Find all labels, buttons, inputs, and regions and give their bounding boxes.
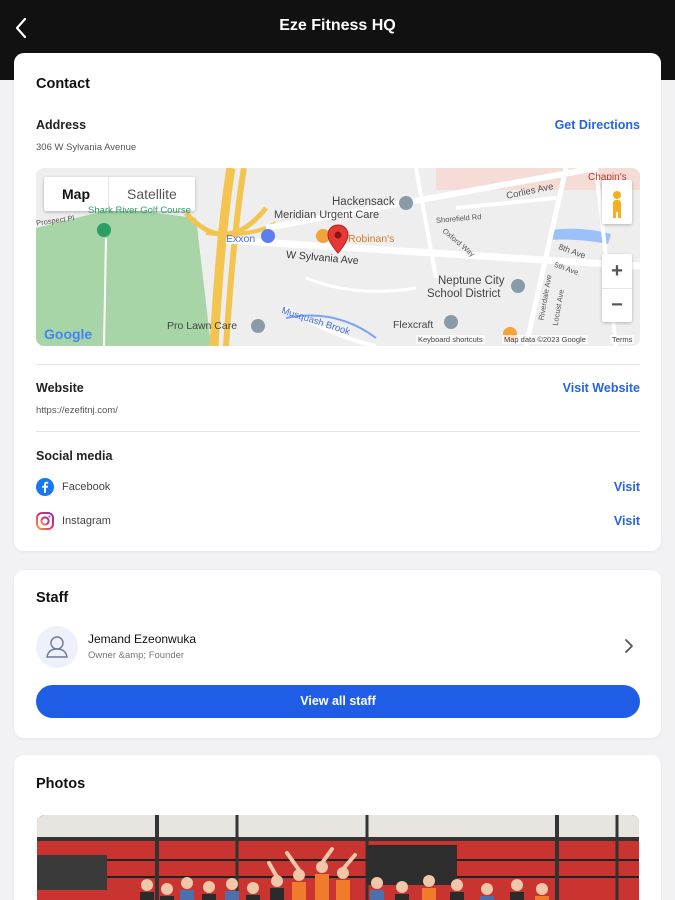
map-label: Exxon [226, 233, 256, 245]
zoom-control: + − [602, 254, 632, 322]
social-name: Instagram [62, 515, 111, 527]
facebook-visit-link[interactable]: Visit [614, 480, 640, 494]
map-label: Meridian Urgent Care [274, 209, 380, 221]
contact-card: Contact Address Get Directions 306 W Syl… [14, 53, 661, 551]
gym-photo[interactable] [37, 815, 639, 900]
map-label: School District [427, 288, 501, 300]
instagram-visit-link[interactable]: Visit [614, 514, 640, 528]
staff-role: Owner &amp; Founder [88, 650, 185, 661]
facebook-icon [36, 478, 54, 496]
photos-card: Photos [14, 755, 661, 900]
map-label: Flexcraft [393, 319, 434, 331]
map-label: Neptune City [438, 275, 505, 287]
google-logo: Google [44, 326, 93, 342]
contact-heading: Contact [36, 76, 90, 92]
visit-website-link[interactable]: Visit Website [563, 381, 640, 395]
keyboard-shortcuts-link[interactable]: Keyboard shortcuts [416, 335, 485, 344]
get-directions-link[interactable]: Get Directions [555, 118, 640, 132]
person-icon [46, 636, 68, 658]
gym-photo-image [37, 815, 639, 900]
divider [36, 431, 640, 432]
pegman-icon [613, 191, 621, 218]
map-label: Hackensack [332, 196, 395, 208]
zoom-out-button[interactable]: − [602, 288, 632, 322]
website-label: Website [36, 381, 84, 395]
social-row-instagram: Instagram Visit [36, 511, 640, 533]
photos-heading: Photos [36, 776, 86, 792]
location-pin-icon [327, 224, 349, 254]
address-label: Address [36, 118, 87, 132]
street-view-control[interactable] [602, 180, 632, 224]
staff-name: Jemand Ezeonwuka [88, 632, 197, 646]
map-label: Shark River Golf Course [88, 205, 191, 216]
staff-member-row[interactable]: Jemand Ezeonwuka Owner &amp; Founder [36, 625, 640, 669]
staff-card: Staff Jemand Ezeonwuka Owner &amp; Found… [14, 570, 661, 738]
divider [36, 364, 640, 365]
social-row-facebook: Facebook Visit [36, 477, 640, 499]
avatar [36, 626, 78, 668]
page-title: Eze Fitness HQ [279, 17, 396, 34]
staff-heading: Staff [36, 590, 69, 606]
zoom-in-button[interactable]: + [602, 254, 632, 288]
address-value: 306 W Sylvania Avenue [36, 142, 137, 153]
map-view[interactable]: Map Satellite Hackensack Meridian Urgent… [36, 168, 640, 346]
map-label: Robinan's [348, 233, 395, 245]
map-data-text: Map data ©2023 Google [502, 335, 588, 344]
chevron-right-icon [625, 639, 633, 653]
website-value: https://ezefitnj.com/ [36, 405, 118, 416]
instagram-icon [36, 512, 54, 530]
map-label: Pro Lawn Care [167, 320, 238, 332]
terms-link[interactable]: Terms [610, 335, 635, 344]
view-all-staff-button[interactable]: View all staff [36, 685, 640, 718]
social-media-label: Social media [36, 449, 113, 463]
social-name: Facebook [62, 481, 111, 493]
